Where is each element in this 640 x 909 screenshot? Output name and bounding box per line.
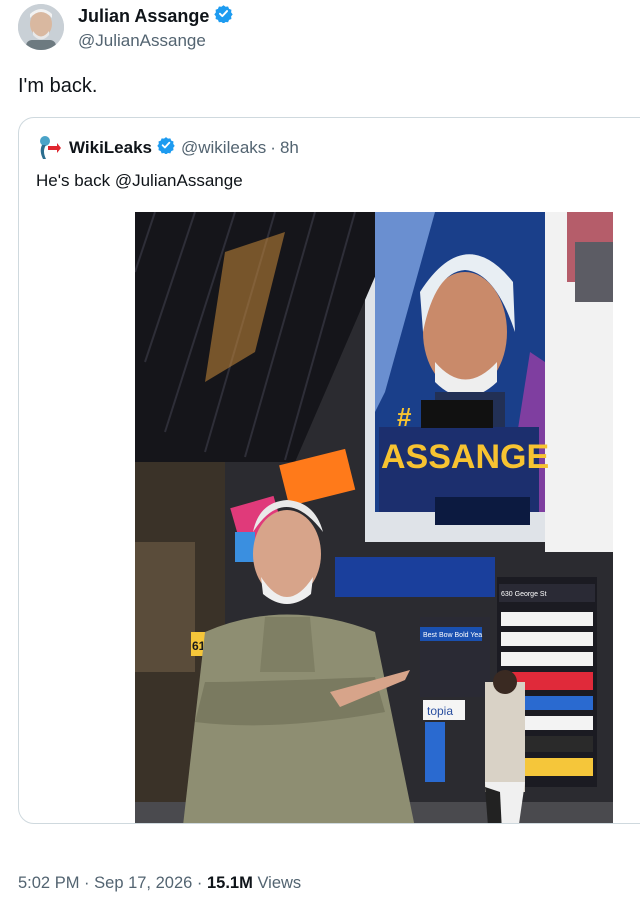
- verified-badge-icon: [157, 136, 175, 160]
- mural-assange-text: ASSANGE: [381, 438, 549, 476]
- separator-dot: ·: [196, 874, 203, 892]
- wikileaks-logo-icon: [37, 135, 61, 161]
- author-handle[interactable]: @JulianAssange: [78, 30, 233, 52]
- quoted-photo[interactable]: # ASSANGE Best Bow Bold Yea 630 George S…: [135, 212, 613, 823]
- post-date[interactable]: Sep 17, 2026: [94, 874, 192, 892]
- street-scene-image: # ASSANGE Best Bow Bold Yea 630 George S…: [135, 212, 613, 823]
- avatar-image: [18, 4, 64, 50]
- topia-sign-text: topia: [427, 704, 453, 718]
- tweet-author: Julian Assange @JulianAssange: [18, 4, 234, 52]
- author-display-name[interactable]: Julian Assange: [78, 5, 209, 27]
- directory-sign-text: 630 George St: [501, 591, 547, 598]
- quoted-timestamp[interactable]: 8h: [280, 137, 299, 159]
- views-label: Views: [257, 874, 302, 892]
- post-time[interactable]: 5:02 PM: [18, 874, 79, 892]
- avatar[interactable]: [18, 4, 64, 50]
- tweet-text: I'm back.: [18, 75, 98, 97]
- shop-sign-text: Best Bow Bold Yea: [423, 632, 482, 639]
- separator-dot: ·: [84, 874, 90, 892]
- verified-badge-icon: [214, 4, 234, 28]
- quoted-display-name[interactable]: WikiLeaks: [69, 137, 152, 159]
- tweet-meta: 5:02 PM · Sep 17, 2026 · 15.1M Views: [18, 872, 301, 894]
- quoted-handle[interactable]: @wikileaks: [181, 137, 266, 159]
- quoted-tweet[interactable]: WikiLeaks @wikileaks · 8h He's back @Jul…: [18, 117, 640, 824]
- views-count: 15.1M: [207, 874, 253, 892]
- mural-hash-text: #: [397, 402, 412, 432]
- quoted-tweet-text: He's back @JulianAssange: [36, 171, 243, 190]
- separator-dot: ·: [270, 138, 276, 157]
- quoted-tweet-header: WikiLeaks @wikileaks · 8h: [37, 135, 299, 161]
